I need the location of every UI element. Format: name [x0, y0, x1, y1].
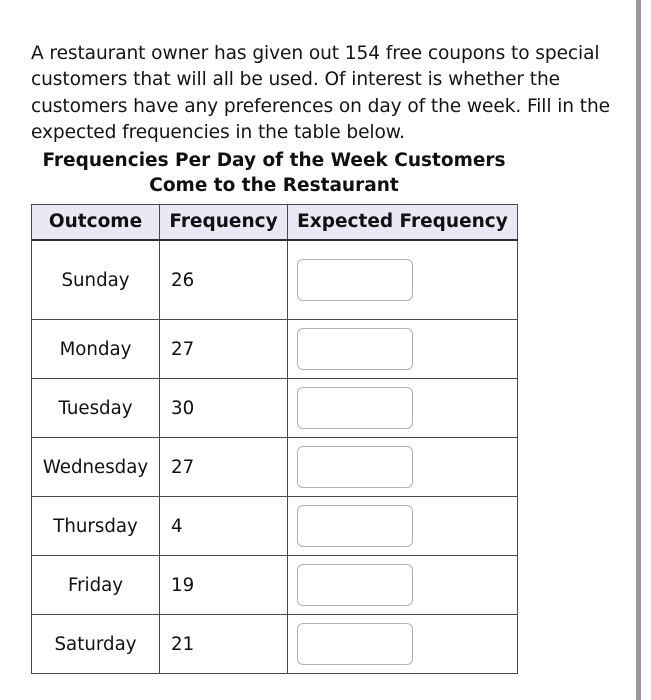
cell-frequency: 19 — [159, 555, 288, 615]
cell-expected-frequency — [287, 614, 518, 674]
table-caption: Frequencies Per Day of the Week Customer… — [42, 150, 512, 196]
table-row: Wednesday 27 — [31, 437, 518, 497]
table-body: Sunday 26 Monday 27 Tuesday 30 Wednesday… — [31, 239, 518, 674]
expected-frequency-input-wednesday[interactable] — [297, 446, 413, 488]
column-header-expected-frequency: Expected Frequency — [287, 204, 518, 241]
table-row: Sunday 26 — [31, 239, 518, 320]
cell-frequency: 26 — [159, 239, 288, 320]
cell-outcome: Friday — [31, 555, 160, 615]
scrollbar-thumb[interactable] — [636, 0, 641, 700]
expected-frequency-input-sunday[interactable] — [297, 259, 413, 301]
expected-frequency-input-thursday[interactable] — [297, 505, 413, 547]
table-row: Thursday 4 — [31, 496, 518, 556]
scrollbar-track[interactable] — [636, 0, 646, 700]
table-row: Saturday 21 — [31, 614, 518, 674]
column-header-outcome: Outcome — [31, 204, 160, 241]
question-prompt: A restaurant owner has given out 154 fre… — [31, 42, 616, 144]
table-row: Friday 19 — [31, 555, 518, 615]
cell-outcome: Saturday — [31, 614, 160, 674]
cell-outcome: Thursday — [31, 496, 160, 556]
cell-frequency: 4 — [159, 496, 288, 556]
table-row: Tuesday 30 — [31, 378, 518, 438]
cell-frequency: 21 — [159, 614, 288, 674]
cell-frequency: 27 — [159, 437, 288, 497]
expected-frequency-input-monday[interactable] — [297, 328, 413, 370]
cell-expected-frequency — [287, 496, 518, 556]
table-row: Monday 27 — [31, 319, 518, 379]
cell-frequency: 30 — [159, 378, 288, 438]
column-header-frequency: Frequency — [159, 204, 288, 241]
expected-frequency-input-friday[interactable] — [297, 564, 413, 606]
cell-expected-frequency — [287, 378, 518, 438]
table-header: Outcome Frequency Expected Frequency — [31, 204, 518, 241]
cell-outcome: Wednesday — [31, 437, 160, 497]
cell-expected-frequency — [287, 555, 518, 615]
expected-frequency-input-saturday[interactable] — [297, 623, 413, 665]
cell-frequency: 27 — [159, 319, 288, 379]
question-page: A restaurant owner has given out 154 fre… — [0, 0, 638, 700]
cell-outcome: Tuesday — [31, 378, 160, 438]
table-header-row: Outcome Frequency Expected Frequency — [31, 204, 518, 241]
cell-outcome: Monday — [31, 319, 160, 379]
cell-expected-frequency — [287, 319, 518, 379]
cell-outcome: Sunday — [31, 239, 160, 320]
expected-frequency-input-tuesday[interactable] — [297, 387, 413, 429]
frequency-table: Outcome Frequency Expected Frequency Sun… — [31, 204, 518, 674]
cell-expected-frequency — [287, 437, 518, 497]
cell-expected-frequency — [287, 239, 518, 320]
